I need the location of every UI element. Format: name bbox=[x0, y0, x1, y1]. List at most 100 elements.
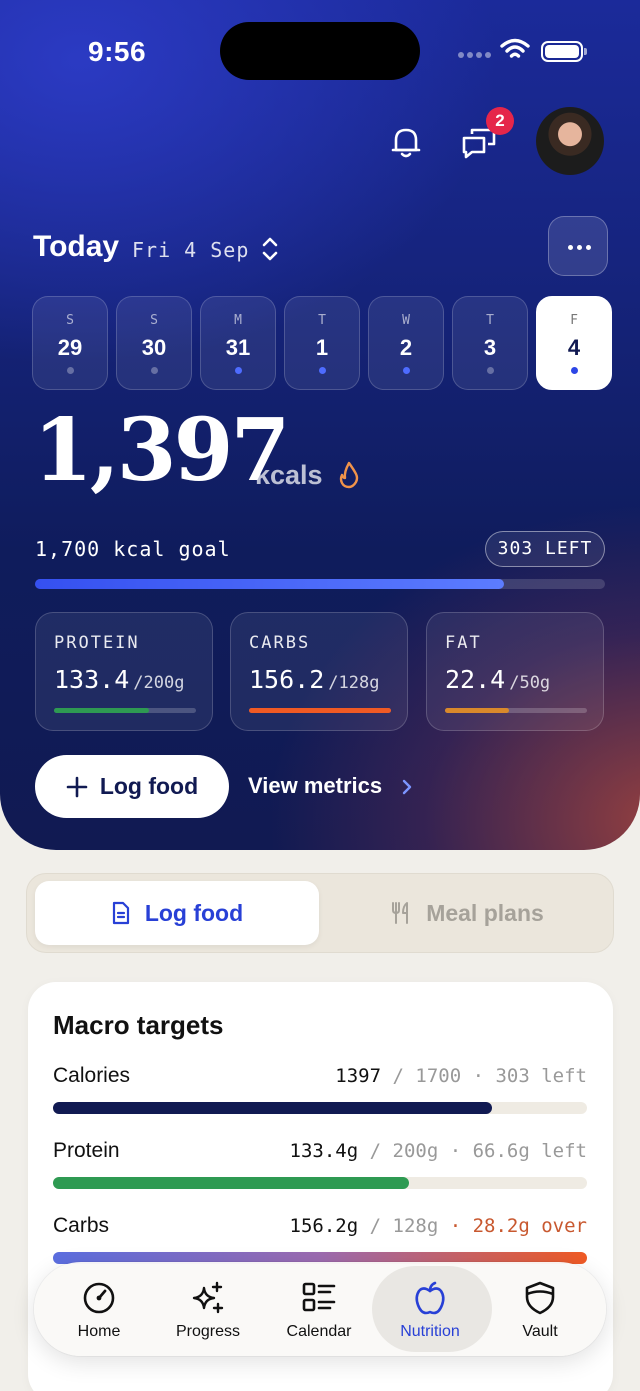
log-food-button[interactable]: Log food bbox=[35, 755, 229, 818]
day-4[interactable]: F4 bbox=[536, 296, 612, 390]
day-logged-dot bbox=[403, 367, 410, 374]
flame-icon bbox=[339, 461, 359, 489]
row-consumed: 1397 bbox=[335, 1065, 382, 1087]
macro-card-protein[interactable]: PROTEIN 133.4/200g bbox=[35, 612, 213, 731]
day-3[interactable]: T3 bbox=[452, 296, 528, 390]
day-1[interactable]: T1 bbox=[284, 296, 360, 390]
macro-amount: 133.4 bbox=[54, 665, 130, 694]
view-switcher: Log food Meal plans bbox=[26, 873, 614, 953]
tab-calendar[interactable]: Calendar bbox=[264, 1262, 374, 1356]
day-logged-dot bbox=[67, 367, 74, 374]
row-remaining: 66.6g left bbox=[472, 1140, 587, 1162]
dynamic-island bbox=[220, 22, 420, 80]
day-2[interactable]: W2 bbox=[368, 296, 444, 390]
macro-row-label: Calories bbox=[53, 1064, 131, 1087]
tab-progress[interactable]: Progress bbox=[153, 1262, 263, 1356]
day-logged-dot bbox=[571, 367, 578, 374]
row-consumed: 133.4g bbox=[289, 1140, 359, 1162]
macro-label: CARBS bbox=[249, 633, 311, 653]
bell-icon[interactable] bbox=[388, 124, 424, 160]
macro-target: /200g bbox=[133, 673, 185, 693]
chevron-right-icon[interactable] bbox=[400, 778, 414, 796]
log-food-label: Log food bbox=[99, 773, 199, 799]
tab-nutrition[interactable]: Nutrition bbox=[375, 1262, 485, 1356]
row-separator: / bbox=[381, 1065, 416, 1087]
day-logged-dot bbox=[487, 367, 494, 374]
macro-label: FAT bbox=[445, 633, 482, 653]
day-number: 4 bbox=[567, 335, 581, 360]
day-letter: S bbox=[66, 313, 74, 328]
day-letter: S bbox=[150, 313, 158, 328]
day-letter: F bbox=[570, 313, 578, 328]
wifi-icon bbox=[500, 38, 530, 58]
macro-value: 156.2/128g bbox=[249, 665, 379, 694]
macro-value: 22.4/50g bbox=[445, 665, 550, 694]
tab-home[interactable]: Home bbox=[44, 1262, 154, 1356]
macro-row-value: 1397 / 1700 · 303 left bbox=[335, 1065, 587, 1087]
tab-vault[interactable]: Vault bbox=[485, 1262, 595, 1356]
day-number: 2 bbox=[399, 335, 413, 360]
day-number: 31 bbox=[225, 335, 251, 360]
calories-consumed: 1,397 bbox=[33, 400, 290, 501]
day-31[interactable]: M 31 bbox=[200, 296, 276, 390]
macro-row-progress-bar bbox=[53, 1177, 587, 1189]
macro-label: PROTEIN bbox=[54, 633, 140, 653]
macro-progress-bar bbox=[445, 708, 587, 713]
tab-log-food[interactable]: Log food bbox=[35, 881, 319, 945]
calorie-progress-bar bbox=[35, 579, 605, 589]
day-logged-dot bbox=[319, 367, 326, 374]
avatar[interactable] bbox=[536, 107, 604, 175]
macro-targets-title: Macro targets bbox=[53, 1010, 224, 1040]
macro-row-progress-fill bbox=[53, 1177, 410, 1189]
day-29[interactable]: S 29 bbox=[32, 296, 108, 390]
day-number: 3 bbox=[483, 335, 497, 360]
row-target: 128g bbox=[392, 1215, 439, 1237]
row-remaining: 303 left bbox=[495, 1065, 587, 1087]
tab-vault-label: Vault bbox=[522, 1323, 558, 1340]
notification-badge: 2 bbox=[486, 107, 514, 135]
summary-hero: 9:56 2 Today Fri 4 Sep S 29 S 30 M 31 T 1 W 2 T 3 F 4… bbox=[0, 0, 640, 850]
view-metrics-link[interactable]: View metrics bbox=[248, 773, 382, 799]
day-letter: T bbox=[486, 313, 494, 328]
status-time: 9:56 bbox=[88, 36, 147, 67]
macro-progress-fill bbox=[54, 708, 149, 713]
macro-target: /50g bbox=[509, 673, 551, 693]
fork-knife-icon bbox=[392, 902, 409, 924]
day-30[interactable]: S 30 bbox=[116, 296, 192, 390]
tab-log-food-label: Log food bbox=[144, 899, 244, 926]
macro-row-label: Carbs bbox=[53, 1214, 110, 1237]
page-title: Today bbox=[33, 230, 120, 263]
chevron-up-down-icon[interactable] bbox=[258, 234, 282, 264]
day-letter: M bbox=[234, 313, 242, 328]
week-strip: S 29 S 30 M 31 T 1 W 2 T 3 F 4 bbox=[32, 296, 612, 390]
macro-progress-fill bbox=[249, 708, 391, 713]
macro-row-progress-fill bbox=[53, 1102, 492, 1114]
macro-progress-bar bbox=[54, 708, 196, 713]
tab-progress-label: Progress bbox=[175, 1323, 241, 1340]
calorie-progress-fill bbox=[35, 579, 504, 589]
tab-meal-plans[interactable]: Meal plans bbox=[327, 881, 607, 945]
row-remaining: 28.2g over bbox=[472, 1215, 587, 1237]
row-separator: / bbox=[358, 1140, 393, 1162]
calories-unit: kcals bbox=[255, 460, 323, 490]
macro-target: /128g bbox=[328, 673, 380, 693]
more-options-button[interactable] bbox=[548, 216, 608, 276]
apple-icon bbox=[415, 1281, 445, 1315]
macro-amount: 22.4 bbox=[445, 665, 506, 694]
macro-progress-fill bbox=[445, 708, 509, 713]
shield-icon bbox=[525, 1281, 555, 1315]
cellular-signal-icon bbox=[458, 52, 491, 58]
macro-progress-bar bbox=[249, 708, 391, 713]
day-letter: W bbox=[402, 313, 410, 328]
macro-row-value: 133.4g / 200g · 66.6g left bbox=[290, 1140, 587, 1162]
day-number: 29 bbox=[57, 335, 83, 360]
macro-card-fat[interactable]: FAT 22.4/50g bbox=[426, 612, 604, 731]
current-date[interactable]: Fri 4 Sep bbox=[132, 238, 249, 262]
macro-row-label: Protein bbox=[53, 1139, 120, 1162]
row-target: 200g bbox=[392, 1140, 439, 1162]
document-icon bbox=[112, 901, 129, 925]
day-logged-dot bbox=[151, 367, 158, 374]
day-number: 30 bbox=[141, 335, 167, 360]
macro-card-carbs[interactable]: CARBS 156.2/128g bbox=[230, 612, 408, 731]
day-logged-dot bbox=[235, 367, 242, 374]
